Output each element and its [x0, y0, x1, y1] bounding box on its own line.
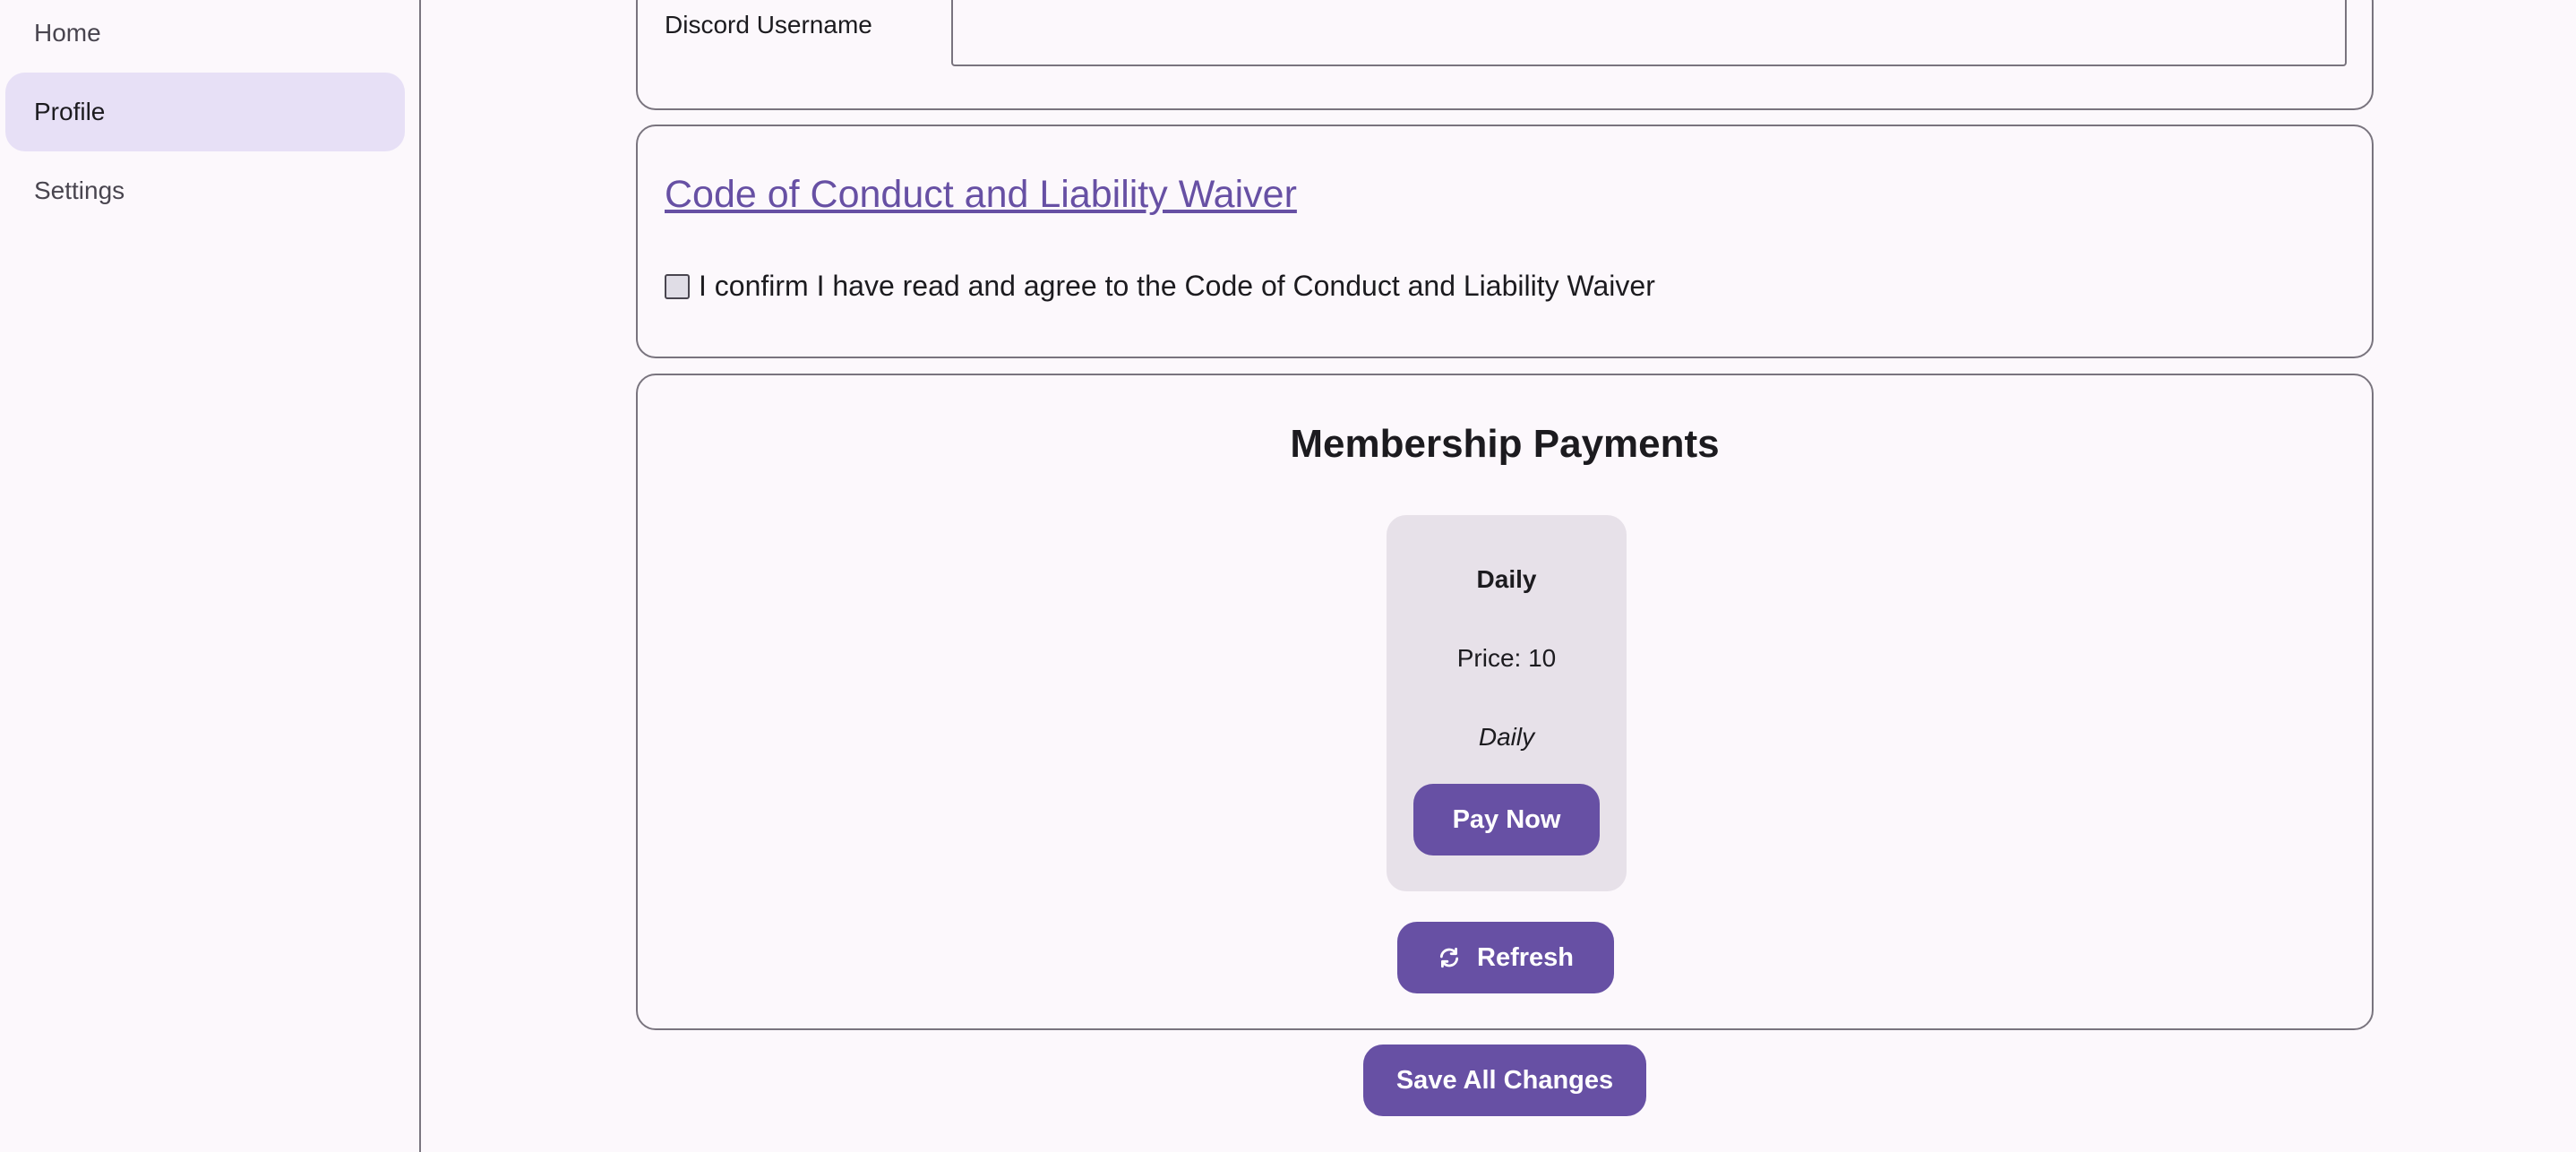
- discord-username-label: Discord Username: [665, 11, 872, 39]
- sidebar-item-home[interactable]: Home: [5, 0, 405, 73]
- refresh-button[interactable]: Refresh: [1397, 922, 1614, 993]
- sidebar-item-settings[interactable]: Settings: [5, 151, 405, 230]
- plan-price: Price: 10: [1456, 644, 1557, 672]
- sidebar-item-label: Profile: [34, 98, 106, 125]
- sidebar-item-label: Home: [34, 19, 101, 47]
- membership-payments-title: Membership Payments: [1290, 422, 1720, 466]
- discord-username-input[interactable]: [951, 0, 2347, 66]
- plan-name: Daily: [1476, 565, 1537, 593]
- agree-checkbox-row: I confirm I have read and agree to the C…: [665, 270, 1655, 303]
- save-all-changes-button[interactable]: Save All Changes: [1363, 1045, 1646, 1116]
- refresh-label: Refresh: [1477, 942, 1574, 972]
- code-of-conduct-link[interactable]: Code of Conduct and Liability Waiver: [665, 173, 1297, 217]
- membership-payments-card: Membership Payments Daily Price: 10 Dail…: [636, 374, 2374, 1030]
- profile-fields-card: Discord Username: [636, 0, 2374, 110]
- plan-frequency: Daily: [1478, 723, 1535, 751]
- sidebar-item-profile[interactable]: Profile: [5, 73, 405, 151]
- sidebar: Home Profile Settings: [0, 0, 421, 1152]
- agree-checkbox[interactable]: [665, 273, 690, 299]
- agree-checkbox-label[interactable]: I confirm I have read and agree to the C…: [699, 270, 1655, 303]
- pay-now-label: Pay Now: [1452, 804, 1561, 834]
- save-all-changes-label: Save All Changes: [1395, 1065, 1614, 1095]
- pay-now-button[interactable]: Pay Now: [1413, 784, 1600, 855]
- plan-card-daily: Daily Price: 10 Daily Pay Now: [1387, 515, 1627, 891]
- sidebar-item-label: Settings: [34, 176, 125, 204]
- code-of-conduct-card: Code of Conduct and Liability Waiver I c…: [636, 125, 2374, 358]
- refresh-icon: [1439, 947, 1459, 968]
